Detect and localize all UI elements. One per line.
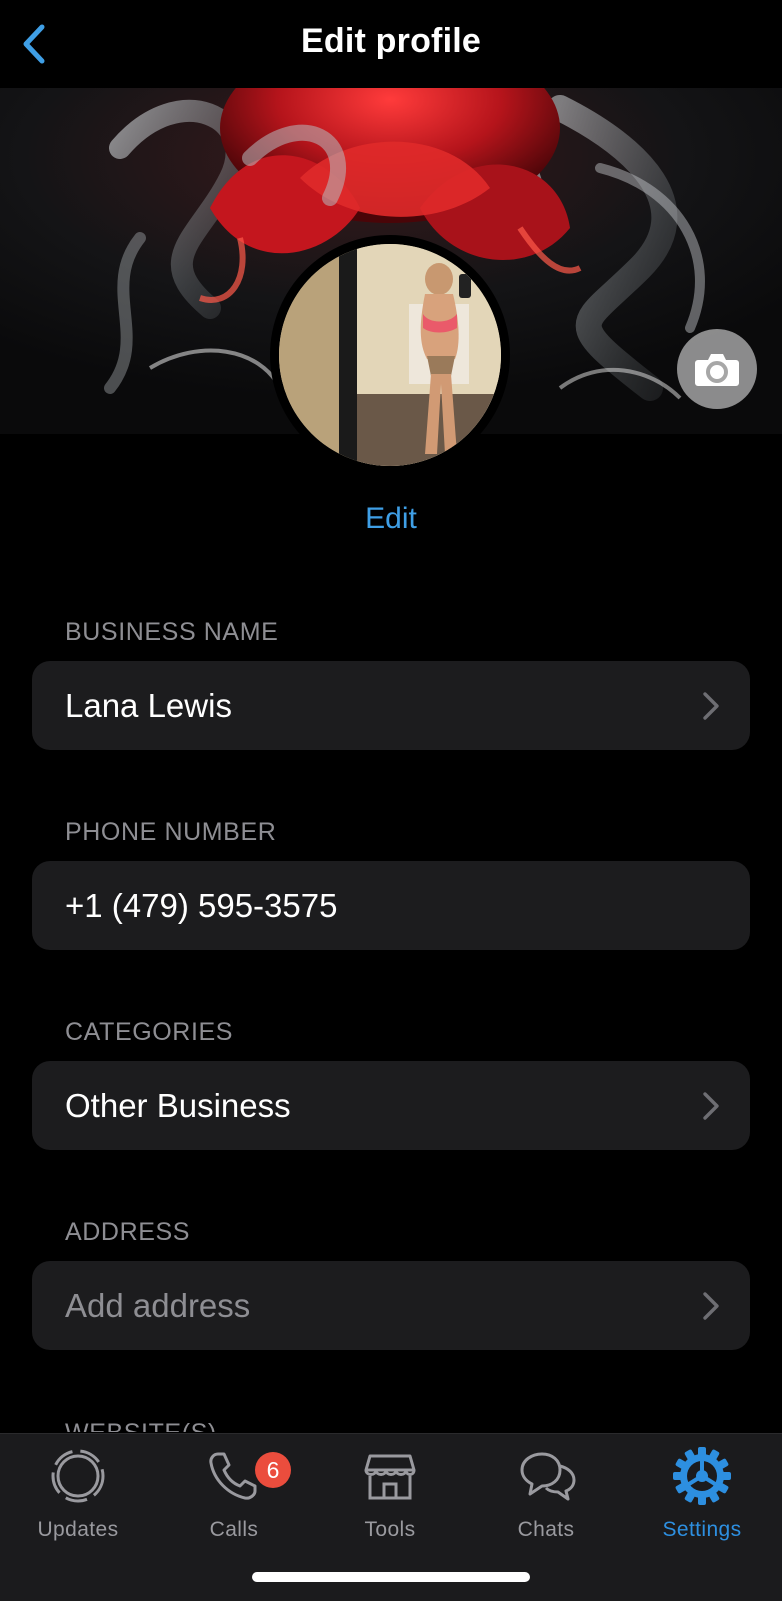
page-title: Edit profile: [301, 22, 481, 60]
address-placeholder: Add address: [65, 1287, 251, 1324]
camera-icon: [695, 354, 739, 386]
phone-number-field: +1 (479) 595-3575: [32, 861, 750, 950]
calls-badge: 6: [255, 1452, 291, 1488]
gear-icon: [673, 1447, 731, 1505]
change-cover-button[interactable]: [677, 329, 757, 409]
chevron-right-icon: [703, 1292, 719, 1320]
tab-label: Settings: [662, 1518, 742, 1541]
address-label: ADDRESS: [65, 1218, 191, 1246]
phone-number-value: +1 (479) 595-3575: [65, 887, 338, 924]
categories-field[interactable]: Other Business: [32, 1061, 750, 1150]
tab-updates[interactable]: Updates: [0, 1446, 156, 1546]
business-name-field[interactable]: Lana Lewis: [32, 661, 750, 750]
profile-photo[interactable]: [270, 235, 510, 475]
tab-label: Chats: [517, 1518, 575, 1541]
chat-bubbles-icon: [520, 1452, 576, 1501]
edit-photo-link[interactable]: Edit: [0, 502, 782, 536]
tab-label: Updates: [37, 1518, 119, 1541]
chevron-right-icon: [703, 692, 719, 720]
business-name-value: Lana Lewis: [65, 687, 232, 724]
categories-value: Other Business: [65, 1087, 291, 1124]
avatar-image: [279, 244, 501, 466]
tab-calls[interactable]: 6 Calls: [156, 1446, 312, 1546]
business-name-label: BUSINESS NAME: [65, 618, 279, 646]
navigation-bar: Edit profile: [0, 0, 782, 88]
tab-label: Tools: [364, 1518, 416, 1541]
chevron-right-icon: [703, 1092, 719, 1120]
tab-settings[interactable]: Settings: [624, 1446, 780, 1546]
tab-tools[interactable]: Tools: [312, 1446, 468, 1546]
tab-chats[interactable]: Chats: [468, 1446, 624, 1546]
home-indicator: [252, 1572, 530, 1582]
storefront-icon: [364, 1454, 416, 1500]
categories-label: CATEGORIES: [65, 1018, 234, 1046]
updates-icon: [51, 1449, 105, 1503]
phone-number-label: PHONE NUMBER: [65, 818, 277, 846]
address-field[interactable]: Add address: [32, 1261, 750, 1350]
websites-label: WEBSITE(S): [65, 1418, 217, 1432]
tab-label: Calls: [209, 1518, 259, 1541]
